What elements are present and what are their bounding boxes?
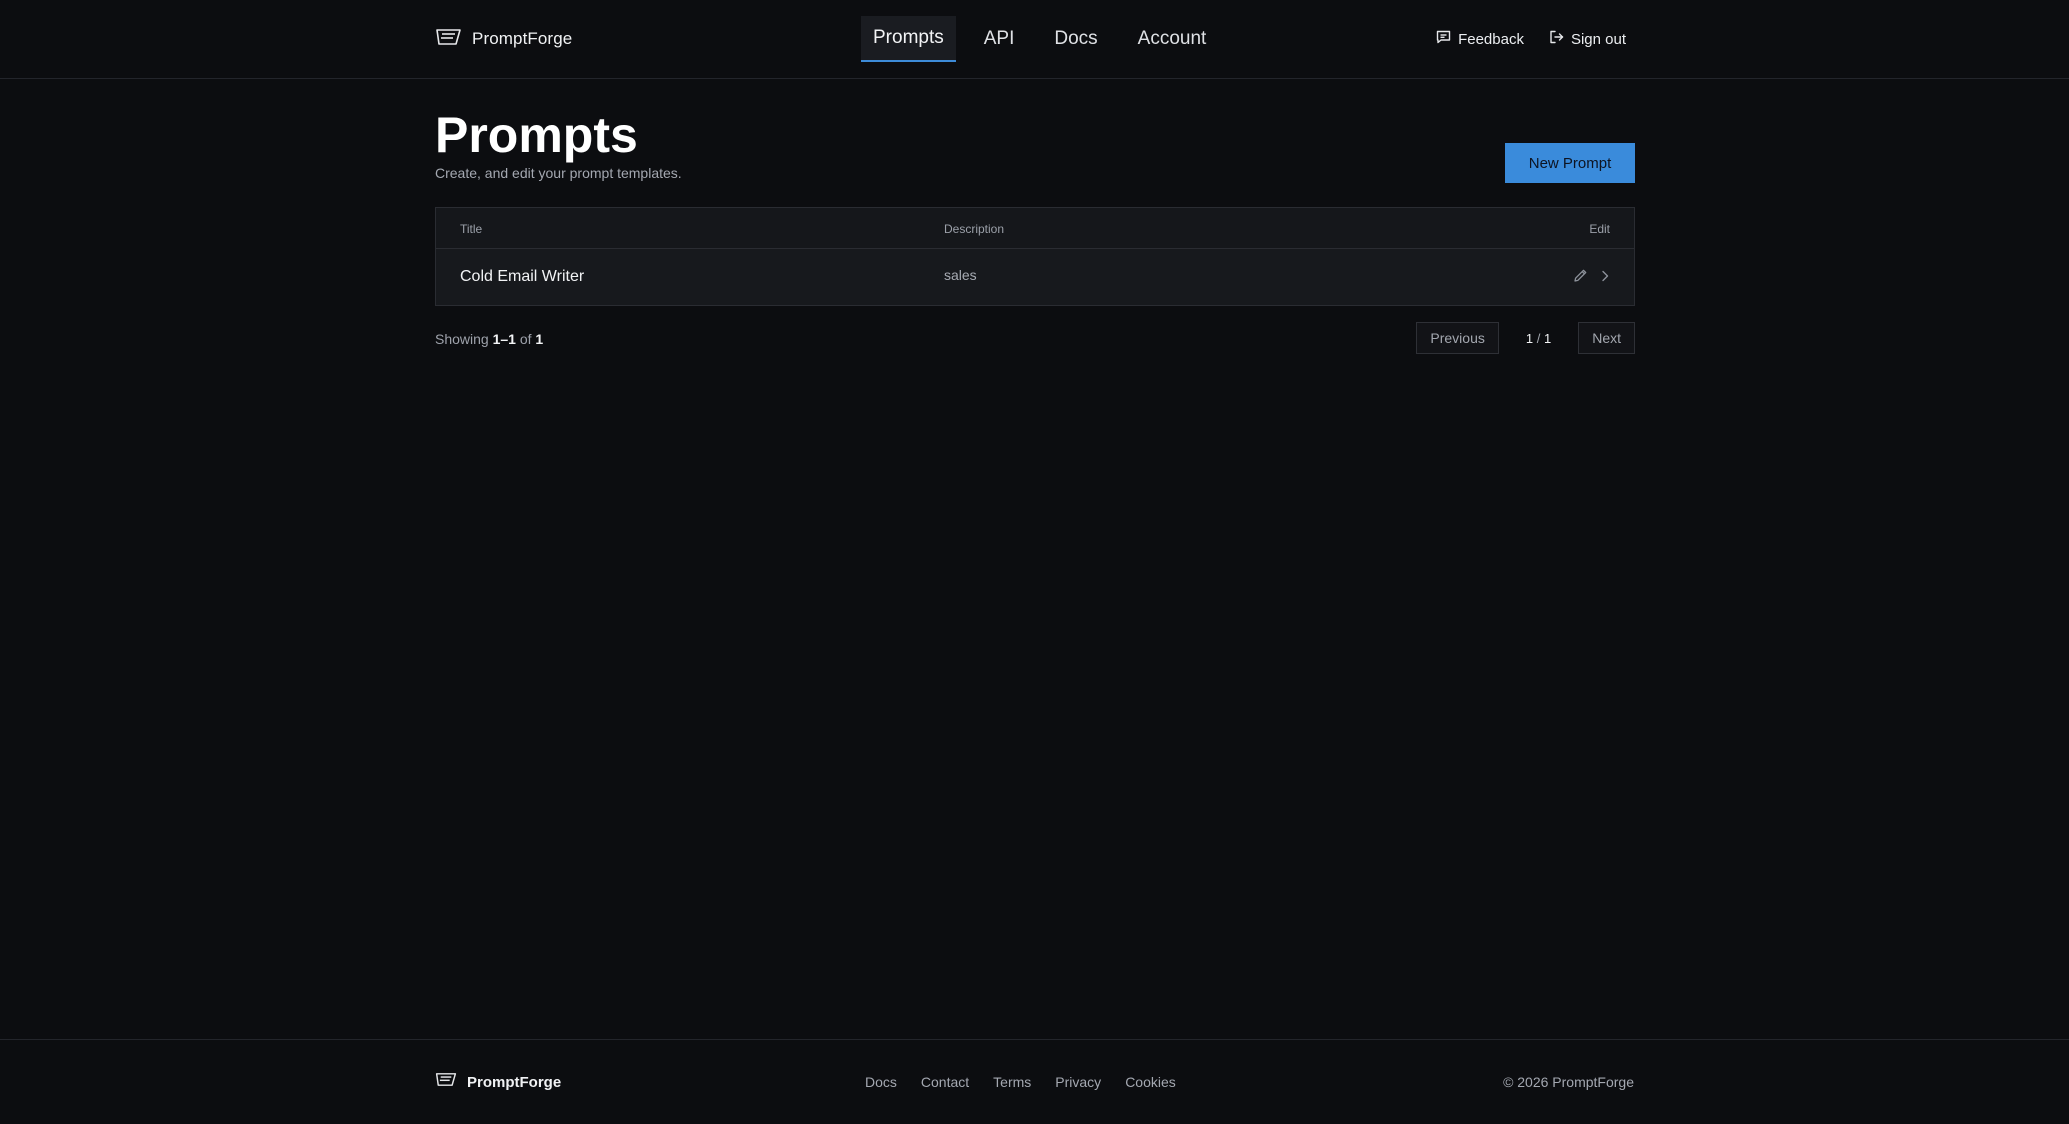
showing-range: 1–1: [492, 331, 516, 347]
row-actions: [1573, 268, 1610, 283]
new-prompt-button[interactable]: New Prompt: [1505, 143, 1635, 183]
table-row[interactable]: Cold Email Writer sales: [436, 249, 1634, 305]
app-page: PromptForge Prompts API Docs Account Fee…: [0, 0, 2069, 1124]
column-header-description: Description: [944, 222, 1005, 236]
showing-label: Showing: [435, 331, 489, 347]
footer-brand-name: PromptForge: [467, 1073, 562, 1091]
page-footer: PromptForge Docs Contact Terms Privacy C…: [0, 1039, 2069, 1124]
footer-link-cookies[interactable]: Cookies: [1125, 1074, 1176, 1090]
page-count: 1: [1543, 330, 1552, 346]
page-indicator: 1 / 1: [1499, 331, 1578, 346]
showing-total: 1: [535, 331, 544, 347]
row-title[interactable]: Cold Email Writer: [460, 268, 584, 286]
feedback-label: Feedback: [1458, 30, 1524, 48]
of-label: of: [519, 331, 532, 347]
header-actions: Feedback Sign out: [1436, 26, 1626, 52]
sign-out-label: Sign out: [1570, 30, 1626, 48]
table-header: Title Description Edit: [436, 208, 1634, 249]
column-header-title: Title: [460, 222, 483, 236]
feedback-button[interactable]: Feedback: [1436, 30, 1524, 48]
message-square-icon: [1436, 30, 1451, 48]
next-page-button[interactable]: Next: [1578, 322, 1635, 354]
prompts-table: Title Description Edit Cold Email Writer…: [435, 207, 1635, 306]
footer-links: Docs Contact Terms Privacy Cookies: [865, 1074, 1176, 1090]
footer-link-docs[interactable]: Docs: [865, 1074, 897, 1090]
pencil-icon[interactable]: [1573, 268, 1588, 283]
current-page: 1: [1525, 330, 1534, 346]
top-header: PromptForge Prompts API Docs Account Fee…: [0, 0, 2069, 79]
main-nav: Prompts API Docs Account: [861, 16, 1234, 62]
sign-out-button[interactable]: Sign out: [1549, 30, 1626, 48]
footer-link-terms[interactable]: Terms: [993, 1074, 1031, 1090]
page-title: Prompts: [435, 107, 638, 163]
pagination-controls: Previous 1 / 1 Next: [1416, 322, 1635, 354]
footer-link-privacy[interactable]: Privacy: [1055, 1074, 1101, 1090]
nav-item-account[interactable]: Account: [1126, 16, 1219, 62]
nav-item-api[interactable]: API: [972, 16, 1027, 62]
copyright: © 2026 PromptForge: [1503, 1074, 1634, 1090]
log-out-icon: [1549, 30, 1564, 48]
forge-logo-icon: [435, 1072, 457, 1092]
brand[interactable]: PromptForge: [435, 24, 572, 54]
pagination-summary: Showing 1–1 of 1: [435, 331, 543, 347]
nav-item-docs[interactable]: Docs: [1042, 16, 1109, 62]
footer-brand[interactable]: PromptForge: [435, 1072, 561, 1092]
nav-item-prompts[interactable]: Prompts: [861, 16, 956, 62]
row-description: sales: [944, 267, 977, 283]
previous-page-button[interactable]: Previous: [1416, 322, 1499, 354]
page-subtitle: Create, and edit your prompt templates.: [435, 165, 682, 181]
chevron-right-icon[interactable]: [1600, 269, 1610, 283]
footer-link-contact[interactable]: Contact: [921, 1074, 969, 1090]
column-header-edit: Edit: [1589, 222, 1610, 236]
page-separator: /: [1536, 330, 1541, 346]
forge-logo-icon: [435, 28, 462, 51]
brand-name: PromptForge: [472, 29, 573, 48]
